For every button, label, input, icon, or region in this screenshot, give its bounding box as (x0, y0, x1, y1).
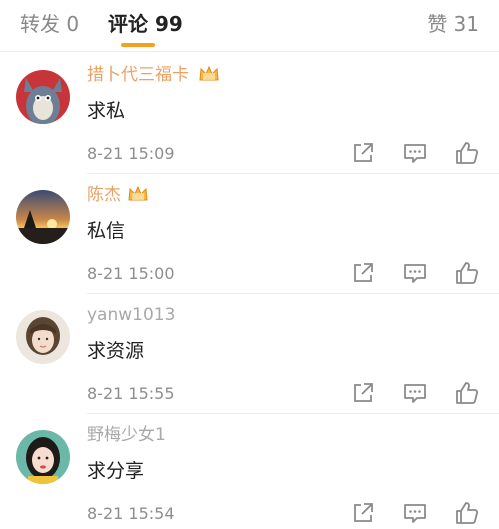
comment-timestamp: 8-21 15:09 (87, 144, 175, 163)
username[interactable]: 陈杰 (87, 184, 121, 206)
comment-item: 措卜代三福卡 求私 8-21 15:09 (0, 54, 499, 174)
share-icon[interactable] (350, 380, 376, 406)
tab-likes[interactable]: 赞 31 (427, 10, 479, 38)
comment-timestamp: 8-21 15:55 (87, 384, 175, 403)
avatar[interactable] (16, 310, 70, 364)
like-icon[interactable] (454, 260, 480, 286)
like-icon[interactable] (454, 500, 480, 526)
comment-text: 求分享 (87, 460, 145, 482)
vip-crown-icon (199, 65, 219, 81)
reply-icon[interactable] (402, 500, 428, 526)
like-icon[interactable] (454, 380, 480, 406)
share-icon[interactable] (350, 500, 376, 526)
comment-item: yanw1013 求资源 8-21 15:55 (0, 294, 499, 414)
reply-icon[interactable] (402, 380, 428, 406)
active-tab-indicator (121, 43, 155, 47)
reply-icon[interactable] (402, 260, 428, 286)
tab-repost[interactable]: 转发 0 (20, 10, 79, 38)
comment-timestamp: 8-21 15:00 (87, 264, 175, 283)
like-icon[interactable] (454, 140, 480, 166)
username[interactable]: yanw1013 (87, 304, 175, 326)
share-icon[interactable] (350, 260, 376, 286)
comment-text: 求私 (87, 100, 126, 122)
avatar[interactable] (16, 430, 70, 484)
vip-crown-icon (128, 185, 148, 201)
username[interactable]: 野梅少女1 (87, 424, 166, 446)
reply-icon[interactable] (402, 140, 428, 166)
comment-text: 私信 (87, 220, 126, 242)
tab-comments[interactable]: 评论 99 (108, 10, 183, 38)
share-icon[interactable] (350, 140, 376, 166)
comment-timestamp: 8-21 15:54 (87, 504, 175, 523)
comment-item: 陈杰 私信 8-21 15:00 (0, 174, 499, 294)
comment-item: 野梅少女1 求分享 8-21 15:54 (0, 414, 499, 529)
username[interactable]: 措卜代三福卡 (87, 64, 189, 86)
comment-tabs: 转发 0 评论 99 赞 31 (0, 0, 499, 52)
comment-text: 求资源 (87, 340, 145, 362)
avatar[interactable] (16, 190, 70, 244)
avatar[interactable] (16, 70, 70, 124)
